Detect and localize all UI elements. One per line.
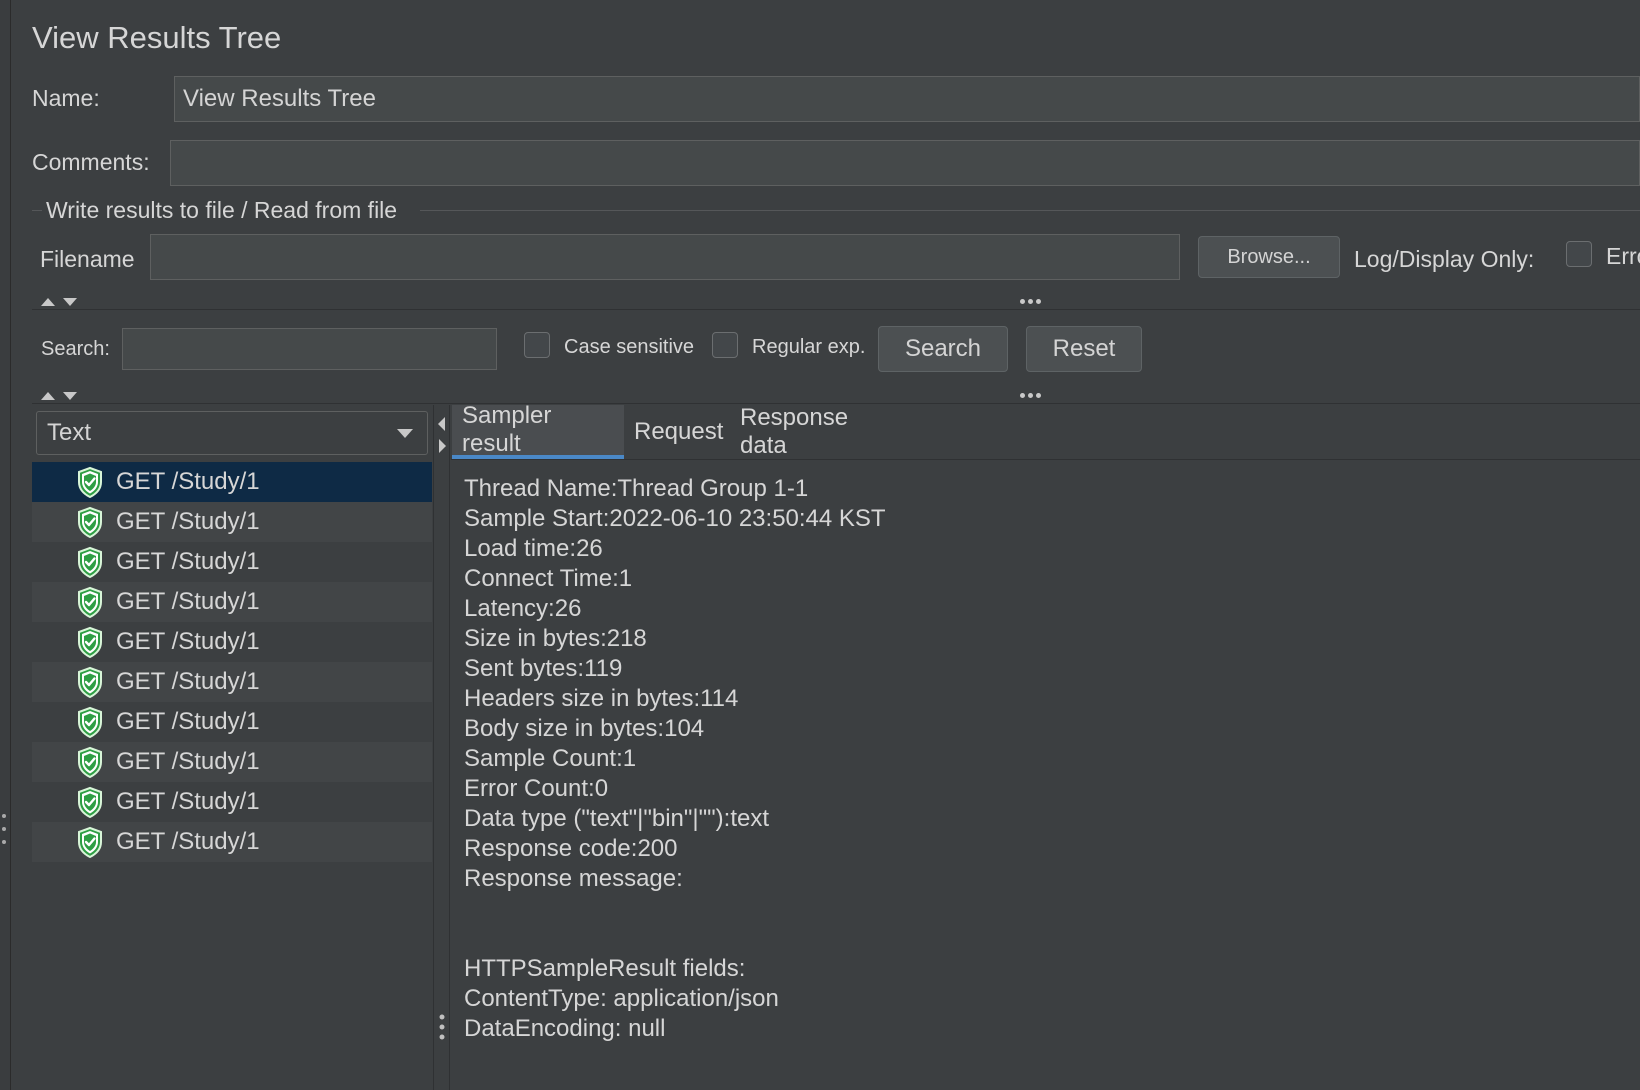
sampler-result-text: Thread Name:Thread Group 1-1 Sample Start… bbox=[464, 474, 886, 1044]
name-field[interactable]: View Results Tree bbox=[174, 76, 1640, 122]
result-line: HTTPSampleResult fields: bbox=[464, 955, 746, 982]
result-line bbox=[464, 894, 886, 924]
tree-item[interactable]: GET /Study/1 bbox=[32, 462, 432, 502]
result-line: Data type ("text"|"bin"|""):text bbox=[464, 805, 770, 832]
collapse-down-icon[interactable] bbox=[63, 392, 77, 400]
regex-label: Regular exp. bbox=[752, 336, 866, 358]
chevron-down-icon bbox=[397, 429, 413, 438]
filename-label: Filename bbox=[40, 246, 135, 272]
browse-button[interactable]: Browse... bbox=[1198, 236, 1340, 278]
tree-item-label: GET /Study/1 bbox=[116, 548, 260, 575]
result-line: Sent bytes:119 bbox=[464, 655, 623, 682]
result-line: DataEncoding: null bbox=[464, 1015, 666, 1042]
log-display-only-label: Log/Display Only: bbox=[1354, 246, 1535, 272]
vertical-splitter[interactable] bbox=[433, 405, 450, 1090]
tree-item-label: GET /Study/1 bbox=[116, 628, 260, 655]
filename-input[interactable] bbox=[150, 234, 1180, 280]
tree-item[interactable]: GET /Study/1 bbox=[32, 742, 432, 782]
result-line: Size in bytes:218 bbox=[464, 625, 647, 652]
comments-label: Comments: bbox=[32, 149, 150, 175]
search-button[interactable]: Search bbox=[878, 326, 1008, 372]
group-border bbox=[32, 210, 42, 211]
splitter-dots-icon[interactable] bbox=[1020, 299, 1041, 304]
panel-title: View Results Tree bbox=[32, 20, 282, 55]
comments-field[interactable] bbox=[170, 140, 1640, 186]
tree-item[interactable]: GET /Study/1 bbox=[32, 502, 432, 542]
left-splitter[interactable] bbox=[0, 0, 11, 1090]
result-line: Sample Start:2022-06-10 23:50:44 KST bbox=[464, 505, 886, 532]
tab-sampler-result[interactable]: Sampler result bbox=[452, 402, 624, 459]
reset-button[interactable]: Reset bbox=[1026, 326, 1142, 372]
errors-label: Erro bbox=[1606, 243, 1640, 269]
success-shield-icon bbox=[78, 746, 102, 778]
tree-item-label: GET /Study/1 bbox=[116, 748, 260, 775]
tree-item[interactable]: GET /Study/1 bbox=[32, 702, 432, 742]
success-shield-icon bbox=[78, 506, 102, 538]
success-shield-icon bbox=[78, 546, 102, 578]
collapse-down-icon[interactable] bbox=[63, 298, 77, 306]
name-value: View Results Tree bbox=[183, 85, 376, 112]
results-tree: GET /Study/1 GET /Study/1 GET /Study/1 GET … bbox=[32, 462, 432, 862]
file-group-title: Write results to file / Read from file bbox=[46, 197, 398, 223]
tree-item[interactable]: GET /Study/1 bbox=[32, 542, 432, 582]
splitter-grip-icon bbox=[439, 1014, 445, 1040]
tree-item-label: GET /Study/1 bbox=[116, 828, 260, 855]
result-line: Connect Time:1 bbox=[464, 565, 633, 592]
success-shield-icon bbox=[78, 466, 102, 498]
splitter-dots-icon[interactable] bbox=[1020, 393, 1041, 398]
result-line bbox=[464, 924, 886, 954]
result-line: Response message: bbox=[464, 865, 683, 892]
result-line: Load time:26 bbox=[464, 535, 603, 562]
renderer-selected-value: Text bbox=[47, 419, 92, 446]
search-input[interactable] bbox=[122, 328, 497, 370]
tabs-divider bbox=[451, 459, 1640, 460]
renderer-select[interactable]: Text bbox=[36, 411, 428, 455]
splitter-line bbox=[32, 309, 1640, 310]
result-line: Headers size in bytes:114 bbox=[464, 685, 739, 712]
tree-item-label: GET /Study/1 bbox=[116, 588, 260, 615]
regex-checkbox[interactable] bbox=[712, 332, 738, 358]
result-line: ContentType: application/json bbox=[464, 985, 779, 1012]
errors-checkbox[interactable] bbox=[1566, 241, 1592, 267]
result-line: Thread Name:Thread Group 1-1 bbox=[464, 475, 809, 502]
tree-item-label: GET /Study/1 bbox=[116, 708, 260, 735]
splitter-collapse-controls[interactable] bbox=[41, 392, 77, 400]
splitter-arrows-icon[interactable] bbox=[435, 413, 449, 457]
name-label: Name: bbox=[32, 85, 100, 111]
success-shield-icon bbox=[78, 706, 102, 738]
splitter-collapse-controls[interactable] bbox=[41, 298, 77, 306]
success-shield-icon bbox=[78, 826, 102, 858]
collapse-up-icon[interactable] bbox=[41, 392, 55, 400]
success-shield-icon bbox=[78, 586, 102, 618]
tree-item[interactable]: GET /Study/1 bbox=[32, 782, 432, 822]
tree-item-label: GET /Study/1 bbox=[116, 468, 260, 495]
success-shield-icon bbox=[78, 666, 102, 698]
result-line: Body size in bytes:104 bbox=[464, 715, 705, 742]
tree-item-label: GET /Study/1 bbox=[116, 668, 260, 695]
result-line: Response code:200 bbox=[464, 835, 678, 862]
success-shield-icon bbox=[78, 786, 102, 818]
view-results-tree-panel: View Results Tree Name: View Results Tre… bbox=[0, 0, 1640, 1090]
result-line: Sample Count:1 bbox=[464, 745, 637, 772]
tree-item[interactable]: GET /Study/1 bbox=[32, 662, 432, 702]
group-border bbox=[420, 210, 1640, 211]
splitter-grip-icon bbox=[1, 814, 7, 844]
tree-item[interactable]: GET /Study/1 bbox=[32, 582, 432, 622]
tree-item[interactable]: GET /Study/1 bbox=[32, 622, 432, 662]
case-sensitive-checkbox[interactable] bbox=[524, 332, 550, 358]
tab-response-data[interactable]: Response data bbox=[730, 404, 910, 459]
tree-item-label: GET /Study/1 bbox=[116, 508, 260, 535]
success-shield-icon bbox=[78, 626, 102, 658]
tree-item-label: GET /Study/1 bbox=[116, 788, 260, 815]
case-sensitive-label: Case sensitive bbox=[564, 336, 695, 358]
result-line: Error Count:0 bbox=[464, 775, 609, 802]
tab-request[interactable]: Request bbox=[624, 405, 724, 459]
search-label: Search: bbox=[41, 338, 110, 360]
result-line: Latency:26 bbox=[464, 595, 582, 622]
tree-item[interactable]: GET /Study/1 bbox=[32, 822, 432, 862]
collapse-up-icon[interactable] bbox=[41, 298, 55, 306]
